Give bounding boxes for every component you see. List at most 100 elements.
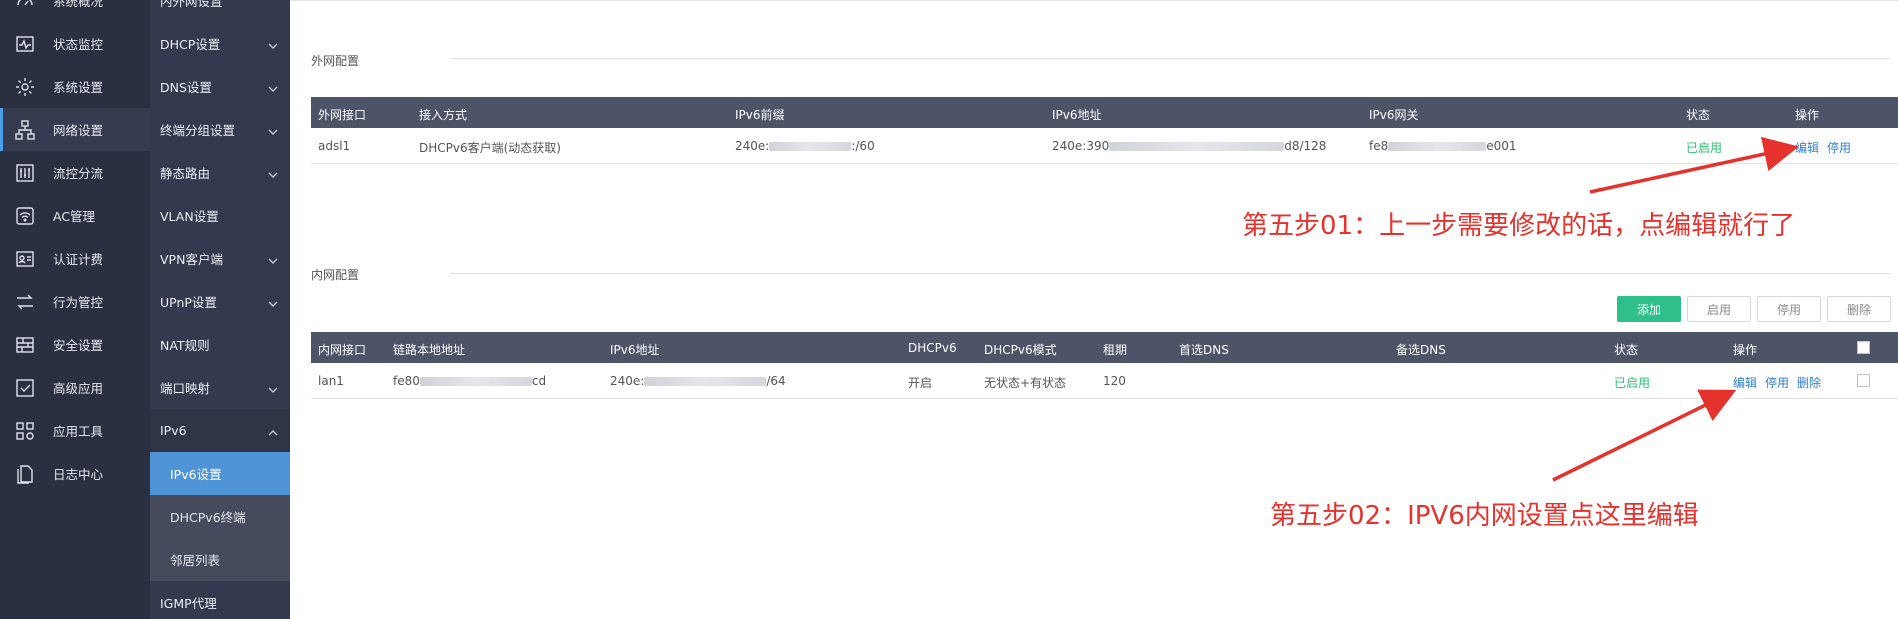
lan-link-local-address: fe80 cd [393,374,546,388]
sidebar-item-label: 日志中心 [53,467,104,482]
table-row: lan1 fe80 cd 240e:/64 开启 无状态+有状态 120 已启用 … [311,363,1898,399]
subnav-item-label: DHCPv6终端 [170,510,246,525]
wan-edit-link[interactable]: 编辑 [1795,139,1819,156]
add-button[interactable]: 添加 [1617,296,1681,322]
subnav-item-label: IPv6设置 [170,467,222,482]
wan-disable-link[interactable]: 停用 [1827,139,1851,156]
column-header: 接入方式 [419,108,468,122]
chevron-down-icon [268,82,278,92]
column-header: 操作 [1795,108,1820,122]
sidebar-item-overview[interactable]: 系统概况 [0,0,150,22]
lan-disable-link[interactable]: 停用 [1765,374,1789,391]
wan-ipv6-address: 240e:390 d8/128 [1052,139,1326,153]
divider [450,58,1890,59]
subnav-item-igmp-proxy[interactable]: IGMP代理 [150,581,290,619]
subnav-item-nat-rules[interactable]: NAT规则 [150,323,290,366]
subnav-item-label: 静态路由 [160,166,211,181]
wan-ipv6-gateway: fe8 e001 [1369,139,1517,153]
sidebar-item-label: 系统设置 [53,80,104,95]
lan-edit-link[interactable]: 编辑 [1733,374,1757,391]
subnav-item-upnp[interactable]: UPnP设置 [150,280,290,323]
subnav-item-static-route[interactable]: 静态路由 [150,151,290,194]
sidebar-item-behavior-control[interactable]: 行为管控 [0,280,150,323]
sidebar-item-security-settings[interactable]: 安全设置 [0,323,150,366]
main-sidebar: 系统概况 状态监控 系统设置 网络设置 流控分流 AC管理 认证计费 行为管控 [0,0,150,619]
network-icon [14,119,36,141]
sidebar-item-log-center[interactable]: 日志中心 [0,452,150,495]
lan-interface: lan1 [318,374,344,388]
dashboard-icon [14,0,36,12]
column-header: 内网接口 [318,343,367,357]
sidebar-item-advanced-apps[interactable]: 高级应用 [0,366,150,409]
gear-icon [14,76,36,98]
chevron-down-icon [268,297,278,307]
subnav-item-label: DHCP设置 [160,37,221,52]
sidebar-item-app-tools[interactable]: 应用工具 [0,409,150,452]
sidebar-item-authentication-billing[interactable]: 认证计费 [0,237,150,280]
disable-button[interactable]: 停用 [1757,296,1821,322]
gateway-end: e001 [1486,139,1517,153]
subnav-item-ipv6[interactable]: IPv6 [150,409,290,452]
sub-sidebar: 内外网设置 DHCP设置 DNS设置 终端分组设置 静态路由 VLAN设置 VP… [150,0,290,619]
lan-section-title: 内网配置 [311,268,360,282]
status-badge: 已启用 [1686,141,1723,155]
subnav-item-vpn-client[interactable]: VPN客户端 [150,237,290,280]
subnav-item-label: 终端分组设置 [160,123,236,138]
chevron-down-icon [268,125,278,135]
wifi-icon [14,205,36,227]
sidebar-item-ac-management[interactable]: AC管理 [0,194,150,237]
subnav-item-vlan[interactable]: VLAN设置 [150,194,290,237]
sidebar-item-network-settings[interactable]: 网络设置 [0,108,150,151]
subnav-item-label: IGMP代理 [160,596,217,611]
sidebar-item-label: 流控分流 [53,166,104,181]
wan-access-mode: DHCPv6客户端(动态获取) [419,141,561,155]
column-header: IPv6网关 [1369,108,1419,122]
subnav-item-dns[interactable]: DNS设置 [150,65,290,108]
id-card-icon [14,248,36,270]
chevron-down-icon [268,383,278,393]
address-start: 240e:390 [1052,139,1110,153]
lan-delete-link[interactable]: 删除 [1797,374,1821,391]
subnav-item-label: 内外网设置 [160,0,223,9]
address-end: /64 [766,374,786,388]
sidebar-item-traffic-control[interactable]: 流控分流 [0,151,150,194]
column-header: IPv6地址 [610,343,660,357]
link-local-end: cd [531,374,547,388]
enable-button[interactable]: 启用 [1687,296,1751,322]
sidebar-item-system-settings[interactable]: 系统设置 [0,65,150,108]
subnav-item-label: 邻居列表 [170,553,221,568]
subnav-item-port-mapping[interactable]: 端口映射 [150,366,290,409]
redacted-text [644,377,767,386]
subnav-item-ipv6-settings[interactable]: IPv6设置 [150,452,290,495]
wan-ipv6-prefix: 240e::/60 [735,139,875,153]
subnav-item-neighbor-list[interactable]: 邻居列表 [150,538,290,581]
subnav-item-label: UPnP设置 [160,295,217,310]
lan-lease: 120 [1103,374,1126,388]
firewall-icon [14,334,36,356]
wan-table-header: 外网接口 接入方式 IPv6前缀 IPv6地址 IPv6网关 状态 操作 [311,97,1898,128]
redacted-text [769,142,852,151]
column-header: 首选DNS [1179,343,1229,357]
subnav-item-lan-wan[interactable]: 内外网设置 [150,0,290,22]
subnav-item-label: VPN客户端 [160,252,223,267]
lan-dhcpv6: 开启 [908,376,933,390]
select-all-checkbox[interactable] [1857,341,1870,354]
column-header: 操作 [1733,343,1758,357]
subnav-item-terminal-groups[interactable]: 终端分组设置 [150,108,290,151]
column-header: 状态 [1686,108,1711,122]
gateway-start: fe8 [1369,139,1389,153]
router-admin-page: 系统概况 状态监控 系统设置 网络设置 流控分流 AC管理 认证计费 行为管控 [0,0,1898,619]
address-end: d8/128 [1284,139,1327,153]
sidebar-item-label: 应用工具 [53,424,104,439]
sidebar-item-label: 网络设置 [53,123,104,138]
subnav-item-label: VLAN设置 [160,209,219,224]
column-header: IPv6前缀 [735,108,785,122]
sidebar-item-status-monitor[interactable]: 状态监控 [0,22,150,65]
delete-button[interactable]: 删除 [1827,296,1891,322]
subnav-item-dhcpv6-clients[interactable]: DHCPv6终端 [150,495,290,538]
subnav-item-dhcp[interactable]: DHCP设置 [150,22,290,65]
sidebar-item-label: 行为管控 [53,295,104,310]
prefix-end: :/60 [851,139,875,153]
sidebar-item-label: 系统概况 [53,0,104,9]
row-checkbox[interactable] [1857,374,1870,387]
